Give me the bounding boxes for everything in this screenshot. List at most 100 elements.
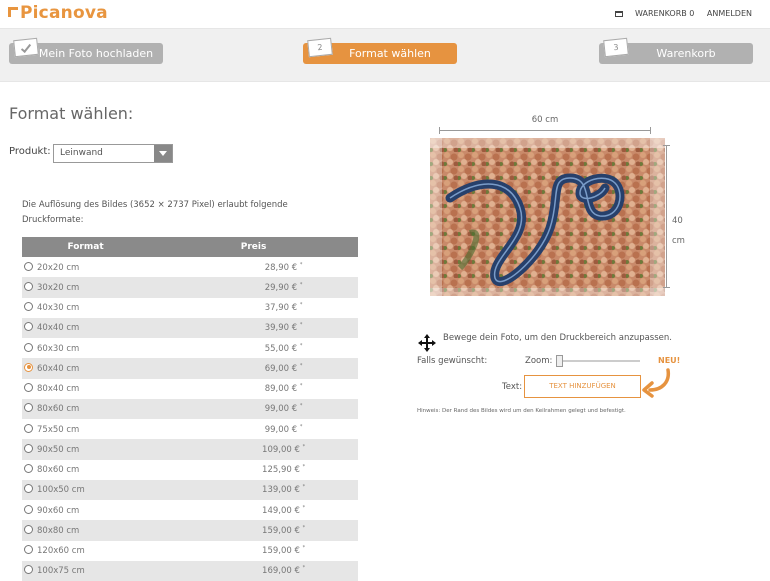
table-row[interactable]: 60x40 cm 69,00 € * — [22, 358, 358, 379]
format-radio[interactable] — [24, 464, 33, 474]
format-cell: 75x50 cm — [22, 419, 149, 439]
table-row[interactable]: 90x50 cm 109,00 € * — [22, 439, 358, 460]
price-cell: 37,90 € * — [149, 298, 358, 318]
format-radio[interactable] — [24, 504, 33, 514]
table-row[interactable]: 80x60 cm 99,00 € * — [22, 398, 358, 419]
format-radio[interactable] — [24, 342, 33, 352]
format-value: 80x60 cm — [37, 404, 80, 415]
format-radio[interactable] — [24, 362, 33, 372]
step-cart[interactable]: 3 Warenkorb — [599, 37, 753, 64]
step-badge-upload — [13, 37, 39, 58]
format-value: 90x60 cm — [37, 505, 80, 516]
table-row[interactable]: 60x30 cm 55,00 € * — [22, 338, 358, 358]
new-badge: NEU! — [658, 356, 681, 365]
format-radio[interactable] — [24, 545, 33, 555]
logo[interactable]: Picanova — [8, 3, 108, 23]
table-row[interactable]: 90x60 cm 149,00 € * — [22, 500, 358, 520]
table-row[interactable]: 75x50 cm 99,00 € * — [22, 419, 358, 439]
table-row[interactable]: 120x60 cm 159,00 € * — [22, 541, 358, 561]
cart-link[interactable]: WARENKORB 0 — [605, 9, 694, 18]
format-radio[interactable] — [24, 423, 33, 433]
format-radio[interactable] — [24, 383, 33, 393]
format-radio[interactable] — [24, 484, 33, 494]
price-value: 55,00 € — [264, 343, 298, 354]
height-value: 40 — [672, 216, 683, 226]
steps-bar: Mein Foto hochladen 2 Format wählen 3 Wa… — [0, 28, 770, 82]
format-radio[interactable] — [24, 443, 33, 453]
format-cell: 100x50 cm — [22, 479, 150, 500]
cart-icon — [615, 11, 624, 17]
zoom-slider-track[interactable] — [556, 360, 640, 362]
optional-label: Falls gewünscht: — [417, 356, 488, 366]
table-row[interactable]: 40x30 cm 37,90 € * — [22, 298, 358, 318]
format-radio[interactable] — [24, 524, 33, 534]
price-value: 125,90 € — [262, 465, 300, 476]
format-value: 90x50 cm — [37, 444, 80, 455]
format-radio[interactable] — [24, 322, 33, 332]
price-column-header: Preis — [149, 237, 358, 257]
format-cell: 60x30 cm — [22, 338, 149, 358]
price-cell: 29,90 € * — [149, 277, 358, 298]
format-radio[interactable] — [24, 302, 33, 312]
price-footnote-mark: * — [299, 403, 303, 410]
table-row[interactable]: 80x40 cm 89,00 € * — [22, 379, 358, 399]
logo-mark-icon — [8, 7, 18, 17]
price-cell: 99,00 € * — [149, 419, 358, 439]
cart-label: WARENKORB 0 — [635, 9, 695, 18]
product-select[interactable]: Leinwand — [53, 144, 173, 163]
table-row[interactable]: 20x20 cm 28,90 € * — [22, 257, 358, 277]
table-row[interactable]: 80x60 cm 125,90 € * — [22, 460, 358, 480]
step-badge-cart: 3 — [603, 37, 629, 58]
format-radio[interactable] — [24, 565, 33, 575]
width-label: 60 cm — [531, 115, 559, 125]
format-cell: 90x50 cm — [22, 439, 150, 460]
table-row[interactable]: 40x40 cm 39,90 € * — [22, 317, 358, 338]
price-footnote-mark: * — [299, 383, 303, 390]
table-row[interactable]: 100x50 cm 139,00 € * — [22, 479, 358, 500]
price-cell: 125,90 € * — [149, 460, 358, 480]
photo-preview[interactable] — [430, 138, 665, 296]
format-value: 80x40 cm — [37, 384, 80, 395]
height-unit: cm — [672, 236, 685, 246]
format-cell: 80x80 cm — [22, 520, 150, 541]
price-value: 99,00 € — [264, 424, 298, 435]
product-select-value: Leinwand — [60, 148, 103, 158]
add-text-button[interactable]: TEXT HINZUFÜGEN — [524, 375, 641, 398]
format-value: 100x75 cm — [37, 566, 85, 577]
price-footnote-mark: * — [299, 423, 303, 430]
curved-arrow-icon — [642, 368, 671, 398]
price-value: 37,90 € — [264, 303, 298, 314]
width-dimension-line — [439, 127, 651, 134]
format-cell: 20x20 cm — [22, 257, 149, 277]
login-link[interactable]: ANMELDEN — [707, 9, 752, 18]
zoom-label: Zoom: — [525, 356, 553, 366]
step-upload[interactable]: Mein Foto hochladen — [9, 37, 163, 64]
chevron-down-icon — [154, 145, 172, 162]
page-title: Format wählen: — [9, 104, 134, 123]
price-footnote-mark: * — [299, 362, 303, 369]
price-footnote-mark: * — [299, 281, 303, 288]
format-radio[interactable] — [24, 281, 33, 291]
format-radio[interactable] — [24, 403, 33, 413]
price-value: 139,00 € — [262, 485, 300, 496]
zoom-slider-handle[interactable] — [556, 355, 563, 367]
format-value: 120x60 cm — [37, 546, 85, 557]
step-badge-format: 2 — [307, 37, 333, 58]
format-cell: 30x20 cm — [22, 277, 150, 298]
price-value: 39,90 € — [264, 323, 298, 334]
format-radio[interactable] — [24, 261, 33, 271]
step-cart-label: Warenkorb — [656, 47, 716, 60]
table-row[interactable]: 80x80 cm 159,00 € * — [22, 520, 358, 541]
check-icon — [20, 42, 32, 53]
price-footnote-mark: * — [299, 342, 303, 349]
step-format[interactable]: 2 Format wählen — [303, 37, 457, 64]
format-cell: 120x60 cm — [22, 541, 149, 561]
price-footnote-mark: * — [302, 524, 306, 531]
price-cell: 89,00 € * — [149, 379, 358, 399]
price-value: 69,00 € — [264, 363, 298, 374]
table-row[interactable]: 30x20 cm 29,90 € * — [22, 277, 358, 298]
format-value: 30x20 cm — [37, 282, 80, 293]
format-cell: 40x40 cm — [22, 317, 150, 338]
price-value: 89,00 € — [264, 384, 298, 395]
text-label: Text: — [502, 382, 523, 392]
